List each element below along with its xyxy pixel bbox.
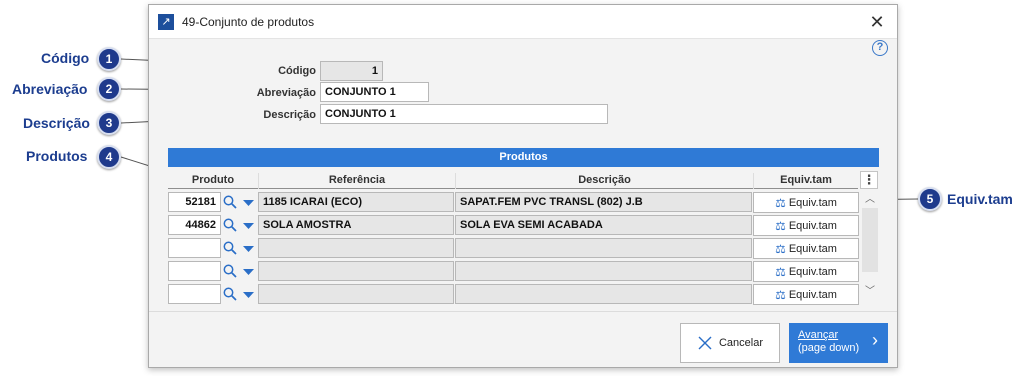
col-header-equiv-tam[interactable]: Equiv.tam xyxy=(754,172,858,189)
produto-code-input[interactable]: 44862 xyxy=(168,215,221,235)
descricao-label: Descrição xyxy=(263,109,316,121)
equiv-tam-label: Equiv.tam xyxy=(788,265,837,278)
equiv-tam-label: Equiv.tam xyxy=(788,219,837,232)
produto-code-input[interactable] xyxy=(168,261,221,281)
referencia-cell xyxy=(258,261,454,281)
search-icon[interactable] xyxy=(223,195,237,209)
equiv-tam-button[interactable]: ⚖ Equiv.tam xyxy=(753,284,859,305)
referencia-cell: SOLA AMOSTRA xyxy=(258,215,454,235)
produto-code-input[interactable]: 52181 xyxy=(168,192,221,212)
callout-label-equiv-tam: Equiv.tam xyxy=(947,191,1013,207)
equiv-tam-label: Equiv.tam xyxy=(788,242,837,255)
descricao-cell xyxy=(455,261,752,281)
equiv-tam-label: Equiv.tam xyxy=(788,196,837,209)
descricao-cell xyxy=(455,284,752,304)
caret-down-icon[interactable] xyxy=(243,199,254,207)
equiv-tam-button[interactable]: ⚖ Equiv.tam xyxy=(753,192,859,213)
equiv-tam-label: Equiv.tam xyxy=(788,288,837,301)
caret-down-icon[interactable] xyxy=(243,268,254,276)
column-menu-icon[interactable]: ⋮ xyxy=(860,171,878,189)
produto-code-input[interactable] xyxy=(168,238,221,258)
callout-label-produtos: Produtos xyxy=(26,148,88,164)
title-bar: ↗ 49-Conjunto de produtos ✕ xyxy=(149,5,897,39)
callout-badge-5: 5 xyxy=(918,187,942,211)
callout-badge-4: 4 xyxy=(97,145,121,169)
dialog-window: ↗ 49-Conjunto de produtos ✕ ? Código 1 A… xyxy=(148,4,898,368)
balance-scale-icon: ⚖ xyxy=(775,241,786,256)
referencia-cell xyxy=(258,238,454,258)
produtos-grid-title: Produtos xyxy=(168,148,879,167)
callout-badge-2: 2 xyxy=(97,77,121,101)
balance-scale-icon: ⚖ xyxy=(775,264,786,279)
descricao-cell: SOLA EVA SEMI ACABADA xyxy=(455,215,752,235)
next-button[interactable]: Avançar (page down) › xyxy=(789,323,888,363)
caret-down-icon[interactable] xyxy=(243,291,254,299)
col-header-produto[interactable]: Produto xyxy=(168,172,258,189)
dialog-title: 49-Conjunto de produtos xyxy=(182,15,315,29)
col-header-referencia[interactable]: Referência xyxy=(259,172,455,189)
col-header-descricao[interactable]: Descrição xyxy=(456,172,753,189)
cancel-button[interactable]: Cancelar xyxy=(680,323,780,363)
callout-label-abreviacao: Abreviação xyxy=(12,81,88,97)
caret-down-icon[interactable] xyxy=(243,245,254,253)
close-x-icon xyxy=(698,336,712,350)
footer-divider xyxy=(149,311,897,312)
equiv-tam-button[interactable]: ⚖ Equiv.tam xyxy=(753,238,859,259)
balance-scale-icon: ⚖ xyxy=(775,287,786,302)
caret-down-icon[interactable] xyxy=(243,222,254,230)
callout-badge-3: 3 xyxy=(97,111,121,135)
chevron-right-icon: › xyxy=(872,330,878,350)
codigo-label: Código xyxy=(278,65,316,77)
referencia-cell xyxy=(258,284,454,304)
referencia-cell: 1185 ICARAI (ECO) xyxy=(258,192,454,212)
search-icon[interactable] xyxy=(223,264,237,278)
balance-scale-icon: ⚖ xyxy=(775,218,786,233)
produto-code-input[interactable] xyxy=(168,284,221,304)
equiv-tam-button[interactable]: ⚖ Equiv.tam xyxy=(753,215,859,236)
abreviacao-label: Abreviação xyxy=(256,87,316,99)
search-icon[interactable] xyxy=(223,218,237,232)
callout-label-descricao: Descrição xyxy=(23,115,90,131)
search-icon[interactable] xyxy=(223,241,237,255)
vertical-scrollbar-thumb[interactable] xyxy=(862,208,878,272)
abreviacao-field[interactable]: CONJUNTO 1 xyxy=(320,82,429,102)
arrow-northeast-icon: ↗ xyxy=(158,14,174,30)
callout-label-codigo: Código xyxy=(41,50,90,66)
codigo-field[interactable]: 1 xyxy=(320,61,383,81)
callout-badge-1: 1 xyxy=(97,47,121,71)
scroll-up-arrow-icon[interactable]: ︿ xyxy=(862,194,878,206)
descricao-cell: SAPAT.FEM PVC TRANSL (802) J.B xyxy=(455,192,752,212)
scroll-down-arrow-icon[interactable]: ﹀ xyxy=(862,286,878,298)
balance-scale-icon: ⚖ xyxy=(775,195,786,210)
close-button[interactable]: ✕ xyxy=(867,12,887,32)
cancel-button-label: Cancelar xyxy=(718,337,764,349)
descricao-cell xyxy=(455,238,752,258)
descricao-field[interactable]: CONJUNTO 1 xyxy=(320,104,608,124)
search-icon[interactable] xyxy=(223,287,237,301)
equiv-tam-button[interactable]: ⚖ Equiv.tam xyxy=(753,261,859,282)
help-icon[interactable]: ? xyxy=(872,40,888,56)
